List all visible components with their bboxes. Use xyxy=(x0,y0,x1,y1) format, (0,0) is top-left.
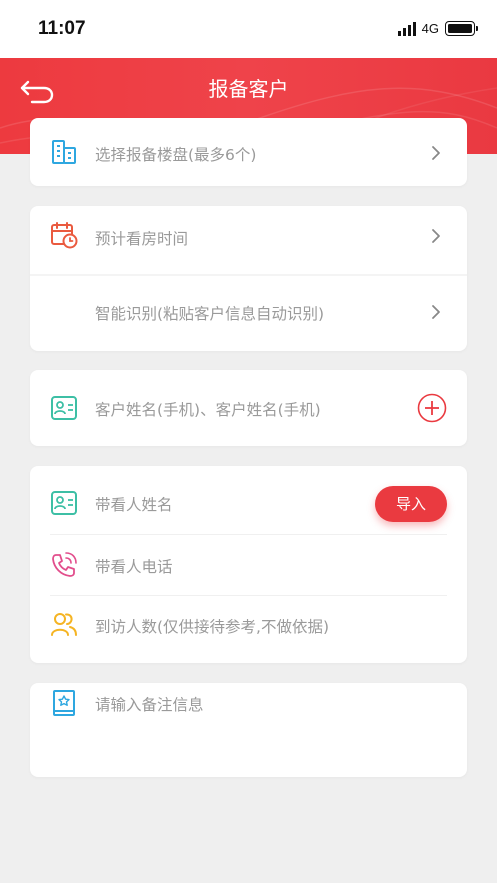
customer-row[interactable]: 客户姓名(手机)、客户姓名(手机) xyxy=(30,370,467,446)
companion-phone-row[interactable]: 带看人电话 xyxy=(30,535,467,595)
companion-card: 带看人姓名 导入 带看人电话 到访人数(仅供接待参考,不做依据) xyxy=(30,466,467,663)
signal-icon xyxy=(397,21,416,36)
smart-recognize-label: 智能识别(粘贴客户信息自动识别) xyxy=(95,305,325,323)
contact-card-icon xyxy=(51,491,77,515)
visit-time-row[interactable]: 预计看房时间 xyxy=(30,206,467,274)
building-icon xyxy=(52,140,76,164)
people-icon xyxy=(51,613,77,636)
status-time: 11:07 xyxy=(38,18,86,39)
companion-name-row[interactable]: 带看人姓名 导入 xyxy=(30,466,467,534)
notebook-icon xyxy=(53,690,75,716)
visitors-row[interactable]: 到访人数(仅供接待参考,不做依据) xyxy=(30,596,467,663)
page-title: 报备客户 xyxy=(208,77,289,101)
status-indicators: 4G xyxy=(397,21,478,36)
status-bar: 11:07 4G xyxy=(0,0,497,58)
smart-recognize-row[interactable]: 智能识别(粘贴客户信息自动识别) xyxy=(30,276,467,351)
calendar-clock-icon xyxy=(51,222,78,249)
chevron-right-icon xyxy=(432,146,440,160)
select-project-row[interactable]: 选择报备楼盘(最多6个) xyxy=(30,118,467,186)
visitors-label: 到访人数(仅供接待参考,不做依据) xyxy=(95,618,330,636)
battery-icon xyxy=(445,21,478,36)
companion-phone-label: 带看人电话 xyxy=(95,558,173,576)
select-project-label: 选择报备楼盘(最多6个) xyxy=(95,146,257,164)
companion-name-label: 带看人姓名 xyxy=(95,496,173,514)
remarks-card: 请输入备注信息 xyxy=(30,683,467,777)
import-button[interactable]: 导入 xyxy=(375,486,447,522)
add-circle-icon[interactable] xyxy=(417,393,447,423)
contact-card-icon xyxy=(51,396,77,420)
remarks-input[interactable]: 请输入备注信息 xyxy=(30,683,467,777)
chevron-right-icon xyxy=(432,229,440,243)
visit-time-label: 预计看房时间 xyxy=(95,230,189,248)
visit-card: 预计看房时间 智能识别(粘贴客户信息自动识别) xyxy=(30,206,467,351)
project-card: 选择报备楼盘(最多6个) xyxy=(30,118,467,186)
customer-card: 客户姓名(手机)、客户姓名(手机) xyxy=(30,370,467,446)
phone-ringing-icon xyxy=(52,552,77,577)
customer-label: 客户姓名(手机)、客户姓名(手机) xyxy=(95,401,321,419)
remarks-placeholder: 请输入备注信息 xyxy=(95,696,204,714)
network-type: 4G xyxy=(421,21,439,36)
chevron-right-icon xyxy=(432,305,440,319)
